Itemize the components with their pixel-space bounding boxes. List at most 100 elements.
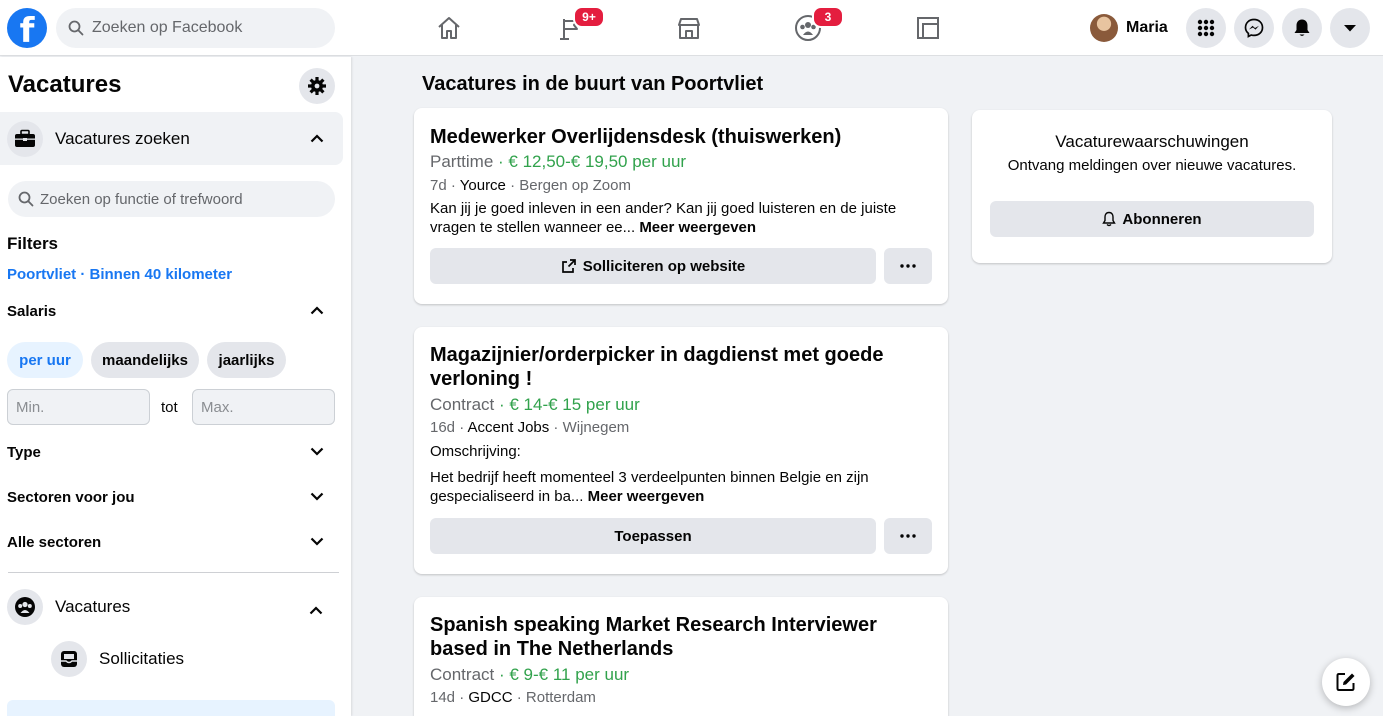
- job-salary: · € 9-€ 11 per uur: [494, 665, 630, 684]
- new-message-button[interactable]: [1322, 658, 1370, 706]
- top-navigation-bar: f 9+ 3 Maria: [0, 0, 1383, 56]
- pages-notification-badge: 9+: [573, 6, 605, 28]
- menu-button[interactable]: [1186, 8, 1226, 48]
- type-label: Type: [7, 443, 41, 461]
- subscribe-button-label: Abonneren: [1122, 210, 1202, 228]
- salary-max-field[interactable]: [192, 389, 335, 425]
- job-alerts-card: Vacaturewaarschuwingen Ontvang meldingen…: [972, 110, 1332, 263]
- chevron-down-icon: [310, 443, 324, 461]
- home-icon: [438, 17, 460, 39]
- job-type-salary: Contract · € 14-€ 15 per uur: [430, 395, 640, 415]
- sidebar-item-jobs[interactable]: Vacatures: [7, 589, 335, 625]
- inbox-icon: [51, 641, 87, 677]
- left-sidebar: Vacatures Vacatures zoeken Filters Poort…: [0, 57, 351, 716]
- messenger-button[interactable]: [1234, 8, 1274, 48]
- job-title[interactable]: Magazijnier/orderpicker in dagdienst met…: [430, 343, 930, 391]
- salary-label: Salaris: [7, 302, 57, 320]
- chevron-down-icon: [310, 488, 324, 506]
- gear-icon: [308, 77, 326, 95]
- more-options-button[interactable]: [884, 248, 932, 284]
- search-icon: [68, 20, 84, 36]
- job-company[interactable]: Accent Jobs: [468, 419, 550, 436]
- external-link-icon: [561, 259, 576, 273]
- job-type-salary: Parttime · € 12,50-€ 19,50 per uur: [430, 152, 686, 172]
- job-alerts-subtitle: Ontvang meldingen over nieuwe vacatures.: [1007, 157, 1297, 174]
- sidebar-item-search-jobs[interactable]: Vacatures zoeken: [0, 112, 343, 165]
- salary-chip-yearly[interactable]: jaarlijks: [207, 342, 286, 378]
- salary-chip-hourly[interactable]: per uur: [7, 342, 83, 378]
- all-sectors-label: Alle sectoren: [7, 533, 102, 551]
- facebook-search[interactable]: [56, 8, 335, 48]
- sectors-for-you-label: Sectoren voor jou: [7, 488, 135, 506]
- account-button[interactable]: [1330, 8, 1370, 48]
- job-description: Kan jij je goed inleven in een ander? Ka…: [430, 199, 930, 237]
- job-details: 7d · Yource · Bergen op Zoom: [430, 177, 631, 194]
- chevron-up-icon[interactable]: [309, 602, 323, 620]
- nav-pages[interactable]: 9+: [550, 6, 605, 46]
- job-card[interactable]: Magazijnier/orderpicker in dagdienst met…: [414, 327, 948, 574]
- sectors-for-you-toggle[interactable]: Sectoren voor jou: [7, 485, 335, 509]
- grid-menu-icon: [1197, 19, 1215, 37]
- facebook-logo-icon[interactable]: f: [7, 8, 47, 48]
- job-location: Wijnegem: [562, 419, 630, 436]
- job-search[interactable]: [8, 181, 335, 217]
- sidebar-item-applications[interactable]: Sollicitaties: [51, 641, 331, 677]
- salary-min-field[interactable]: [7, 389, 150, 425]
- apply-button-label: Solliciteren op website: [582, 257, 746, 275]
- more-options-button[interactable]: [884, 518, 932, 554]
- job-card[interactable]: Medewerker Overlijdensdesk (thuiswerken)…: [414, 108, 948, 304]
- apply-on-website-button[interactable]: Solliciteren op website: [430, 248, 876, 284]
- job-age: 14d: [430, 689, 456, 706]
- briefcase-icon: [7, 120, 43, 157]
- apply-button[interactable]: Toepassen: [430, 518, 876, 554]
- job-title[interactable]: Medewerker Overlijdensdesk (thuiswerken): [430, 125, 930, 149]
- subscribe-button[interactable]: Abonneren: [990, 201, 1314, 237]
- facebook-search-input[interactable]: [92, 19, 312, 37]
- search-icon: [18, 191, 34, 207]
- job-type-salary: Contract · € 9-€ 11 per uur: [430, 665, 629, 685]
- create-job-button[interactable]: [7, 700, 335, 716]
- job-company[interactable]: GDCC: [468, 689, 512, 706]
- job-alerts-title: Vacaturewaarschuwingen: [1055, 132, 1249, 151]
- notifications-button[interactable]: [1282, 8, 1322, 48]
- job-age: 7d: [430, 177, 447, 194]
- nav-groups[interactable]: 3: [788, 6, 844, 46]
- nav-marketplace[interactable]: [669, 10, 709, 46]
- show-more-link[interactable]: Meer weergeven: [588, 488, 705, 505]
- salary-section-toggle[interactable]: Salaris: [7, 299, 335, 323]
- more-dots-icon: [900, 534, 916, 538]
- chevron-up-icon: [310, 302, 324, 320]
- nav-home[interactable]: [429, 10, 469, 46]
- show-more-link[interactable]: Meer weergeven: [639, 219, 756, 236]
- job-title[interactable]: Spanish speaking Market Research Intervi…: [430, 613, 930, 661]
- nav-gaming[interactable]: [908, 10, 948, 46]
- marketplace-icon: [678, 18, 700, 39]
- profile-button[interactable]: Maria: [1090, 12, 1168, 44]
- job-search-input[interactable]: [40, 190, 320, 208]
- job-description-intro: Omschrijving:: [430, 443, 521, 460]
- job-salary: · € 14-€ 15 per uur: [494, 395, 640, 414]
- chevron-up-icon[interactable]: [309, 130, 325, 146]
- sidebar-item-label: Sollicitaties: [99, 649, 185, 668]
- page-title: Vacatures in de buurt van Poortvliet: [422, 73, 764, 95]
- settings-button[interactable]: [299, 68, 335, 104]
- compose-icon: [1336, 673, 1355, 691]
- apply-button-label: Toepassen: [614, 527, 692, 545]
- sidebar-item-label: Vacatures: [55, 597, 131, 616]
- caret-down-icon: [1344, 25, 1356, 32]
- job-location: Bergen op Zoom: [519, 177, 631, 194]
- job-details: 16d · Accent Jobs · Wijnegem: [430, 419, 630, 436]
- job-company[interactable]: Yource: [460, 177, 506, 194]
- job-card[interactable]: Spanish speaking Market Research Intervi…: [414, 597, 948, 716]
- location-filter-link[interactable]: Poortvliet · Binnen 40 kilometer: [7, 266, 232, 283]
- people-icon: [7, 589, 43, 625]
- job-age: 16d: [430, 419, 456, 436]
- type-section-toggle[interactable]: Type: [7, 440, 335, 464]
- sidebar-divider: [8, 572, 339, 573]
- all-sectors-toggle[interactable]: Alle sectoren: [7, 530, 335, 554]
- job-type: Contract: [430, 665, 495, 684]
- sidebar-item-label: Vacatures zoeken: [55, 128, 190, 148]
- job-type: Contract: [430, 395, 495, 414]
- sidebar-title: Vacatures: [8, 71, 122, 98]
- salary-chip-monthly[interactable]: maandelijks: [91, 342, 199, 378]
